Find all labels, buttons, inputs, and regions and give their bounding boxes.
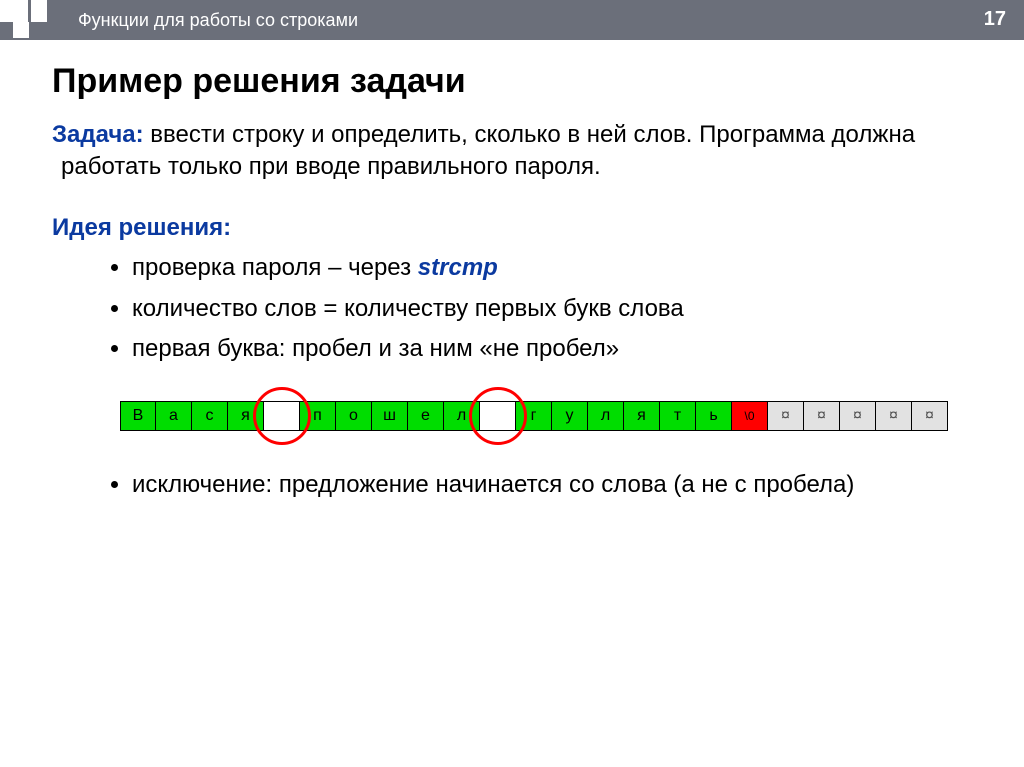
char-box: л (444, 401, 480, 431)
task-label: Задача: (52, 121, 144, 148)
page-number: 17 (984, 8, 1006, 31)
char-box: ¤ (768, 401, 804, 431)
string-boxes-diagram: Вася пошел гулять\0¤¤¤¤¤ (120, 381, 986, 453)
char-box: л (588, 401, 624, 431)
list-item: исключение: предложение начинается со сл… (132, 469, 986, 501)
task-text: ввести строку и определить, сколько в не… (61, 121, 915, 180)
char-box: а (156, 401, 192, 431)
char-box: В (120, 401, 156, 431)
list-item: проверка пароля – через strcmp (132, 252, 986, 284)
char-box (480, 401, 516, 431)
decorative-squares (0, 0, 66, 40)
char-box: ш (372, 401, 408, 431)
task-paragraph: Задача: ввести строку и определить, скол… (52, 119, 986, 184)
item-text: количество слов = количеству первых букв… (132, 295, 684, 322)
char-box: с (192, 401, 228, 431)
slide-title: Пример решения задачи (52, 62, 1024, 101)
item-text: проверка пароля – через (132, 254, 418, 281)
boxes-row: Вася пошел гулять\0¤¤¤¤¤ (120, 401, 948, 431)
char-box: о (336, 401, 372, 431)
item-text: исключение: предложение начинается со сл… (132, 471, 854, 498)
char-box: ь (696, 401, 732, 431)
idea-list-continued: исключение: предложение начинается со сл… (132, 469, 986, 501)
slide-header: Функции для работы со строками 17 (0, 0, 1024, 40)
char-box: ¤ (840, 401, 876, 431)
char-box: у (552, 401, 588, 431)
char-box: ¤ (912, 401, 948, 431)
slide-content: Задача: ввести строку и определить, скол… (52, 119, 986, 502)
list-item: первая буква: пробел и за ним «не пробел… (132, 333, 986, 365)
code-strcmp: strcmp (418, 254, 498, 281)
char-box: \0 (732, 401, 768, 431)
char-box: я (624, 401, 660, 431)
char-box: я (228, 401, 264, 431)
list-item: количество слов = количеству первых букв… (132, 293, 986, 325)
char-box: г (516, 401, 552, 431)
idea-label: Идея решения: (52, 212, 986, 244)
char-box: т (660, 401, 696, 431)
char-box: ¤ (804, 401, 840, 431)
item-text: первая буква: пробел и за ним «не пробел… (132, 335, 619, 362)
char-box: ¤ (876, 401, 912, 431)
char-box (264, 401, 300, 431)
char-box: е (408, 401, 444, 431)
header-topic: Функции для работы со строками (78, 10, 358, 31)
idea-list: проверка пароля – через strcmp количеств… (132, 252, 986, 365)
char-box: п (300, 401, 336, 431)
